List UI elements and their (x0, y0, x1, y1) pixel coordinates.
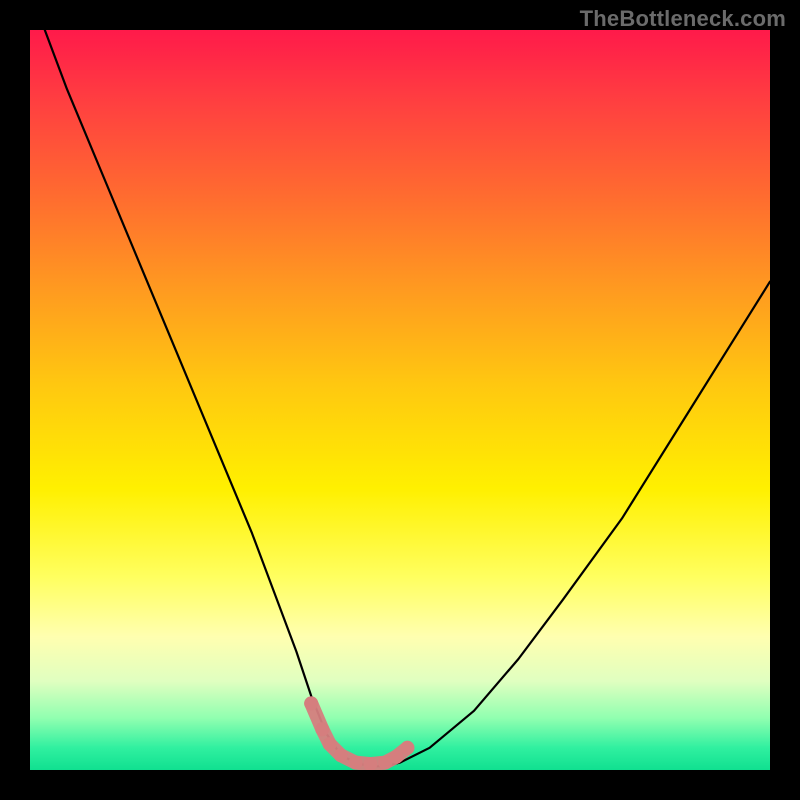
chart-svg (30, 30, 770, 770)
bottleneck-curve (45, 30, 770, 766)
chart-frame: TheBottleneck.com (0, 0, 800, 800)
valley-dot (400, 741, 414, 755)
plot-area (30, 30, 770, 770)
watermark-label: TheBottleneck.com (580, 6, 786, 32)
valley-dot (334, 748, 348, 762)
valley-dot (349, 756, 363, 770)
valley-dot (323, 737, 337, 751)
curve-path (45, 30, 770, 766)
valley-dots (304, 696, 414, 770)
valley-dot (389, 750, 403, 764)
valley-dot (315, 722, 329, 736)
valley-dot (304, 696, 318, 710)
